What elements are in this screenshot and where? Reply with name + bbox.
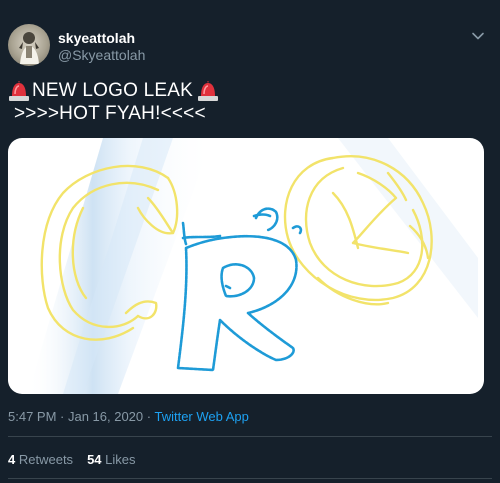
- police-car-light-icon: [197, 80, 218, 101]
- police-car-light-icon: [9, 80, 29, 101]
- tweet-media-image[interactable]: [8, 138, 484, 394]
- retweets-label: Retweets: [18, 452, 74, 467]
- retweets-count: 4: [8, 452, 16, 467]
- likes-count: 54: [87, 452, 102, 467]
- tweet-card: skyeattolah @Skyeattolah NEW LOGO LEAK >…: [0, 0, 500, 483]
- tweet-line-2: >>>>HOT FYAH!<<<<: [14, 102, 206, 124]
- user-handle[interactable]: @Skyeattolah: [58, 47, 145, 63]
- retweets-stat[interactable]: 4 Retweets: [8, 452, 73, 467]
- engagement-stats: 4 Retweets 54 Likes: [8, 452, 136, 467]
- chevron-down-icon[interactable]: [470, 28, 486, 44]
- likes-label: Likes: [105, 452, 136, 467]
- divider: [8, 478, 492, 479]
- tweet-timestamp[interactable]: 5:47 PM · Jan 16, 2020 ·: [8, 409, 154, 424]
- divider: [8, 436, 492, 437]
- logo-doodle-image: [28, 138, 478, 394]
- likes-stat[interactable]: 54 Likes: [87, 452, 135, 467]
- tweet-line-1: NEW LOGO LEAK: [8, 79, 219, 102]
- avatar[interactable]: [8, 24, 50, 66]
- blue-r-doodle: [176, 207, 303, 372]
- tweet-line-1-text: NEW LOGO LEAK: [32, 79, 193, 101]
- tweet-text: NEW LOGO LEAK >>>>HOT FYAH!<<<<: [8, 79, 219, 125]
- avatar-photo: [19, 32, 39, 64]
- display-name[interactable]: skyeattolah: [58, 30, 135, 46]
- tweet-meta: 5:47 PM · Jan 16, 2020 · Twitter Web App: [8, 409, 249, 424]
- source-app-link[interactable]: Twitter Web App: [154, 409, 248, 424]
